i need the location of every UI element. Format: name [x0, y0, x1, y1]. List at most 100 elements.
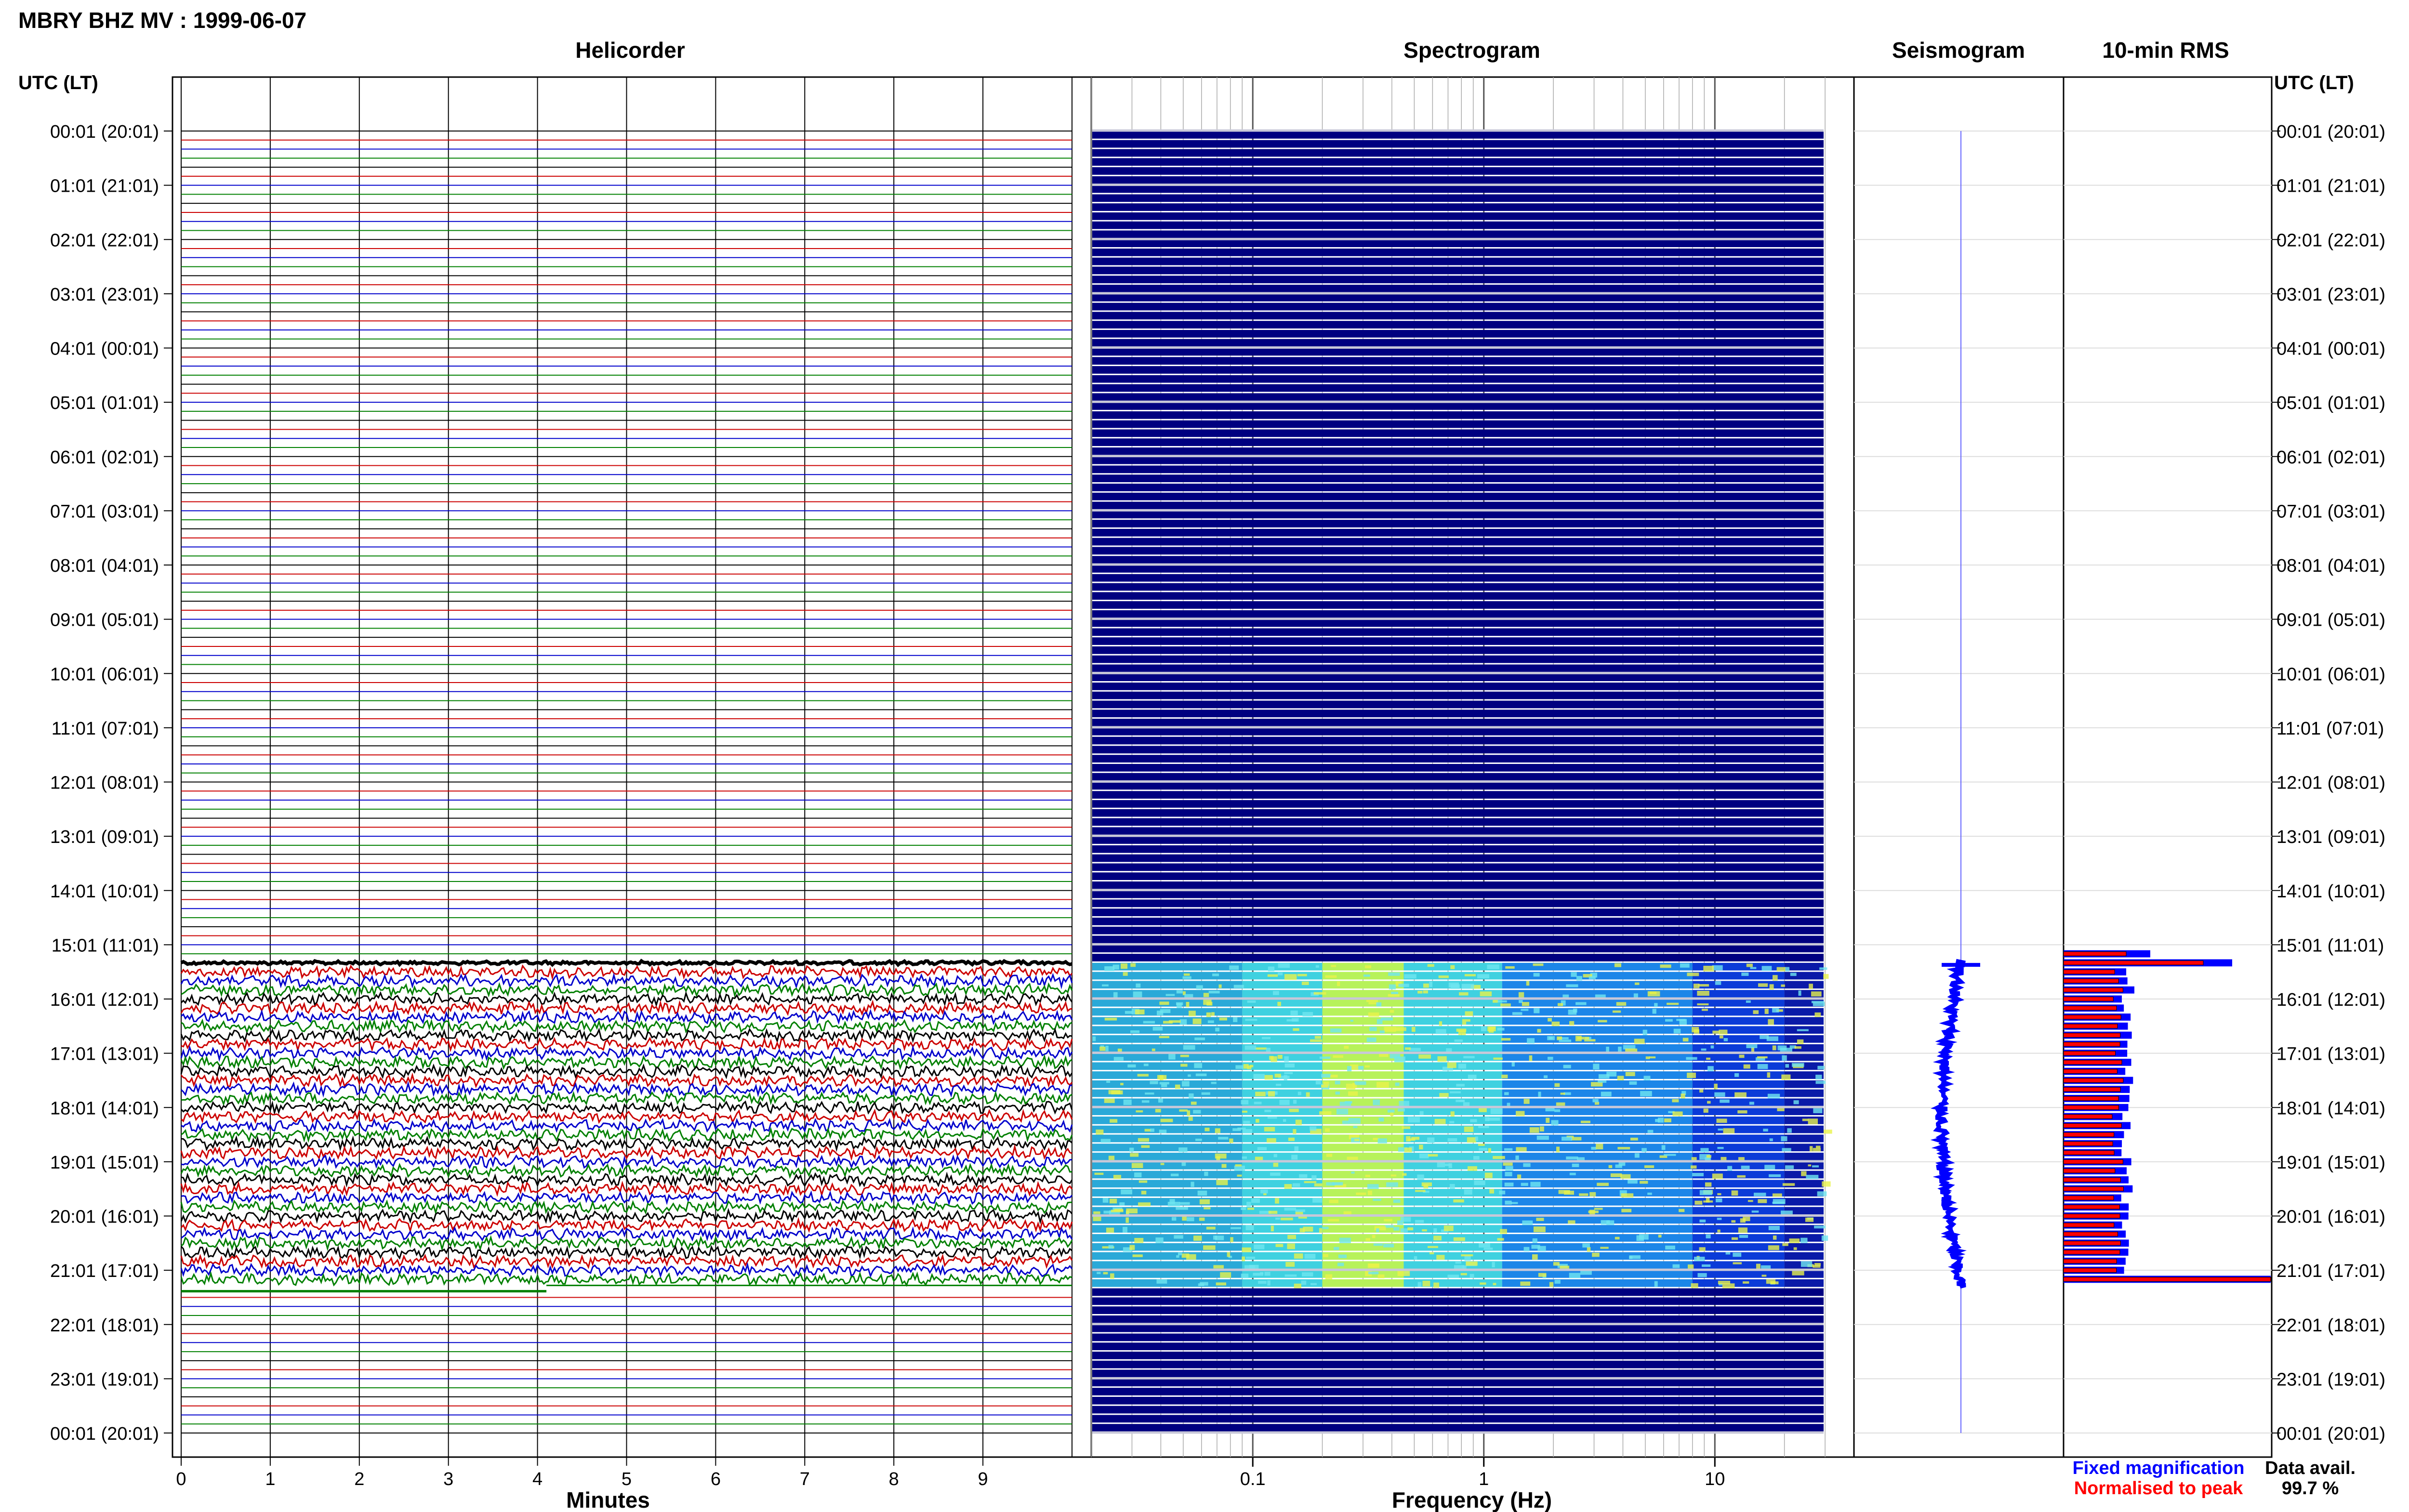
spectrogram-band-segment — [1242, 1161, 1323, 1170]
spectrogram-speckle — [1461, 984, 1474, 989]
spectrogram-speckle — [1739, 1235, 1748, 1238]
spectrogram-speckle — [1460, 1273, 1467, 1275]
row-label-left: 13:01 (09:01) — [50, 827, 159, 847]
spectrogram-speckle — [1284, 1056, 1289, 1062]
spectrogram-band-empty — [1092, 935, 1824, 944]
spectrogram-speckle — [1292, 1183, 1300, 1187]
spectrogram-speckle — [1176, 1002, 1183, 1005]
spectrogram-speckle — [1104, 966, 1115, 971]
spectrogram-speckle — [1801, 1171, 1807, 1176]
rms-bar-normalised — [2063, 1051, 2116, 1056]
spectrogram-speckle — [1176, 1255, 1179, 1258]
rms-bar-normalised — [2063, 1096, 2119, 1101]
spectrogram-speckle — [1625, 1072, 1635, 1077]
spectrogram-speckle — [1277, 972, 1283, 975]
spectrogram-speckle — [1808, 1118, 1818, 1124]
spectrogram-band-empty — [1092, 664, 1824, 672]
spectrogram-speckle — [1411, 1136, 1420, 1140]
spectrogram-speckle — [1776, 967, 1786, 972]
spectrogram-band-empty — [1092, 890, 1824, 898]
spectrogram-speckle — [1479, 1107, 1487, 1112]
spectrogram-band-segment — [1092, 1216, 1243, 1224]
row-label-left: 11:01 (07:01) — [52, 719, 159, 739]
spectrogram-speckle — [1200, 1282, 1208, 1286]
spectrogram-speckle — [1813, 1108, 1823, 1114]
spectrogram-speckle — [1283, 1119, 1286, 1122]
spectrogram-speckle — [1171, 1217, 1177, 1221]
spectrogram-speckle — [1193, 1236, 1202, 1241]
spectrogram-band-empty — [1092, 628, 1824, 636]
spectrogram-band-segment — [1322, 1098, 1404, 1106]
spectrogram-speckle — [1449, 1184, 1455, 1190]
spectrogram-speckle — [1294, 1253, 1303, 1259]
spectrogram-speckle — [1529, 1055, 1533, 1061]
spectrogram-band-segment — [1502, 1234, 1693, 1242]
spectrogram-band-empty — [1092, 719, 1824, 726]
spectrogram-speckle — [1189, 1093, 1194, 1099]
spectrogram-speckle — [1681, 1093, 1685, 1099]
spectrogram-band-segment — [1403, 1071, 1502, 1079]
spectrogram-speckle — [1630, 1137, 1638, 1141]
spectrogram-speckle — [1664, 1118, 1671, 1123]
spectrogram-band-segment — [1092, 1161, 1243, 1170]
row-label-left: 01:01 (21:01) — [50, 176, 159, 197]
spectrogram-speckle — [1398, 984, 1409, 987]
spectrogram-speckle — [1665, 1019, 1673, 1022]
spectrogram-speckle — [1346, 1083, 1356, 1090]
spectrogram-speckle — [1433, 1236, 1442, 1241]
spectrogram-speckle — [1488, 1118, 1500, 1121]
spectrogram-speckle — [1439, 1093, 1449, 1097]
spectrogram-speckle — [1314, 1183, 1323, 1187]
spectrogram-speckle — [1533, 973, 1540, 977]
spectrogram-band-segment — [1242, 1180, 1323, 1188]
spectrogram-speckle — [1741, 1165, 1750, 1170]
spectrogram-speckle — [1335, 1091, 1340, 1095]
spectrogram-speckle — [1273, 1162, 1279, 1167]
spectrogram-band-empty — [1092, 149, 1824, 157]
spectrogram-speckle — [1327, 1219, 1339, 1222]
spectrogram-speckle — [1347, 1066, 1352, 1072]
spectrogram-speckle — [1367, 1190, 1372, 1196]
row-label-left: 00:01 (20:01) — [50, 1424, 159, 1444]
spectrogram-speckle — [1108, 1156, 1115, 1160]
rms-bar-normalised — [2063, 997, 2114, 1001]
row-label-right: 04:01 (00:01) — [2277, 339, 2385, 359]
spectrogram-band-segment — [1692, 1098, 1785, 1106]
spectrogram-speckle — [1467, 1137, 1476, 1143]
spectrogram-speckle — [1697, 1003, 1709, 1006]
spectrogram-band-empty — [1092, 1424, 1824, 1432]
rms-bar-normalised — [2063, 1196, 2114, 1200]
spectrogram-speckle — [1181, 1081, 1190, 1087]
rms-title: 10-min RMS — [2102, 38, 2229, 63]
spectrogram-band-empty — [1092, 763, 1824, 772]
spectrogram-band-segment — [1092, 1225, 1243, 1233]
spectrogram-speckle — [1601, 1091, 1612, 1097]
row-label-right: 02:01 (22:01) — [2277, 230, 2385, 250]
spectrogram-speckle — [1127, 1064, 1136, 1068]
spectrogram-speckle — [1242, 1256, 1245, 1262]
spectrogram-x-tick-label: 10 — [1705, 1469, 1725, 1489]
spectrogram-speckle — [1767, 1093, 1780, 1099]
spectrogram-speckle — [1610, 1173, 1622, 1177]
spectrogram-speckle — [1365, 1238, 1370, 1241]
spectrogram-band-segment — [1403, 1053, 1502, 1061]
spectrogram-speckle — [1145, 1092, 1154, 1095]
spectrogram-speckle — [1337, 981, 1340, 986]
spectrogram-speckle — [1649, 1056, 1656, 1059]
spectrogram-speckle — [1418, 1054, 1431, 1059]
spectrogram-speckle — [1427, 1137, 1435, 1143]
spectrogram-speckle — [1428, 1154, 1438, 1157]
spectrogram-band-segment — [1322, 1089, 1404, 1097]
rms-bar-normalised — [2063, 960, 2204, 965]
helicorder-x-tick-label: 5 — [622, 1469, 632, 1489]
spectrogram-speckle — [1351, 1171, 1355, 1174]
spectrogram-speckle — [1342, 1120, 1350, 1124]
spectrogram-speckle — [1143, 1021, 1155, 1024]
spectrogram-speckle — [1654, 1281, 1658, 1287]
spectrogram-speckle — [1500, 1003, 1511, 1007]
spectrogram-band-empty — [1092, 348, 1824, 356]
spectrogram-speckle — [1687, 1264, 1694, 1269]
spectrogram-speckle — [1175, 1084, 1180, 1089]
spectrogram-speckle — [1241, 1274, 1249, 1278]
spectrogram-speckle — [1640, 1181, 1648, 1184]
